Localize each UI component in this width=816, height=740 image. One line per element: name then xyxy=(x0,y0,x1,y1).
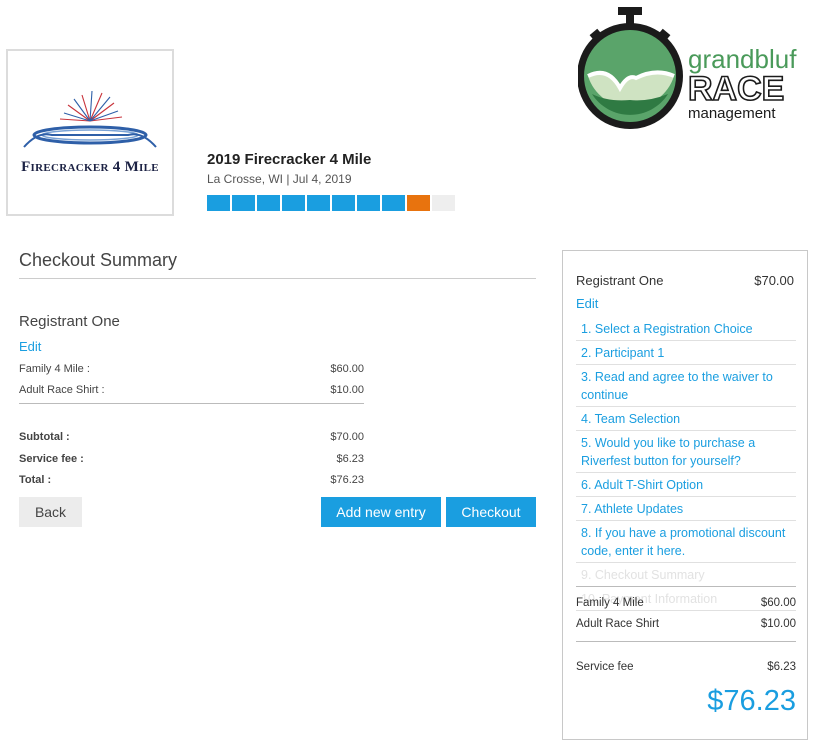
sidebar-service-fee-row: Service fee $6.23 xyxy=(576,661,796,673)
subtotal-label: Subtotal : xyxy=(19,431,70,443)
sidebar-step-item[interactable]: 7. Athlete Updates xyxy=(576,497,796,521)
line-item-row: Family 4 Mile : $60.00 xyxy=(19,363,364,375)
checkout-summary-title: Checkout Summary xyxy=(19,250,178,270)
progress-segment xyxy=(432,195,455,211)
sidebar-line-item-label: Family 4 Mile xyxy=(576,597,644,609)
checkout-button[interactable]: Checkout xyxy=(446,497,536,527)
sidebar-line-item-amount: $10.00 xyxy=(760,618,796,630)
service-fee-label: Service fee : xyxy=(19,453,84,465)
brand-logo: grandbluf RACE management xyxy=(577,4,816,132)
firecracker-logo-icon xyxy=(23,90,157,148)
event-logo-text: Firecracker 4 Mile xyxy=(21,159,159,175)
total-amount: $76.23 xyxy=(330,474,364,486)
sidebar-step-item[interactable]: 2. Participant 1 xyxy=(576,341,796,365)
sidebar-step-item[interactable]: 3. Read and agree to the waiver to conti… xyxy=(576,365,796,407)
line-item-row: Adult Race Shirt : $10.00 xyxy=(19,384,364,396)
service-fee-row: Service fee : $6.23 xyxy=(19,453,364,465)
progress-segment xyxy=(332,195,355,211)
line-item-label: Family 4 Mile : xyxy=(19,363,90,375)
event-location-date: La Crosse, WI | Jul 4, 2019 xyxy=(207,172,352,186)
sidebar-line-item-label: Adult Race Shirt xyxy=(576,618,660,630)
sidebar-service-fee-amount: $6.23 xyxy=(767,661,796,673)
sidebar-step-item[interactable]: 4. Team Selection xyxy=(576,407,796,431)
sidebar-step-item[interactable]: 8. If you have a promotional discount co… xyxy=(576,521,796,563)
sidebar-step-item[interactable]: 6. Adult T-Shirt Option xyxy=(576,473,796,497)
progress-segment xyxy=(357,195,380,211)
divider xyxy=(576,641,796,642)
progress-segment xyxy=(282,195,305,211)
total-label: Total : xyxy=(19,474,52,486)
progress-segment xyxy=(257,195,280,211)
back-button[interactable]: Back xyxy=(19,497,82,527)
progress-segment xyxy=(407,195,430,211)
subtotal-row: Subtotal : $70.00 xyxy=(19,431,364,443)
svg-text:management: management xyxy=(688,105,776,122)
edit-registrant-link[interactable]: Edit xyxy=(19,339,41,354)
divider xyxy=(576,586,796,587)
sidebar-edit-link[interactable]: Edit xyxy=(576,296,598,311)
progress-segment xyxy=(382,195,405,211)
divider xyxy=(19,278,536,279)
service-fee-amount: $6.23 xyxy=(336,453,364,465)
sidebar-line-item: Adult Race Shirt $10.00 xyxy=(576,618,796,630)
registration-sidebar: Registrant One $70.00 Edit 1. Select a R… xyxy=(562,250,808,740)
sidebar-line-item: Family 4 Mile $60.00 xyxy=(576,597,796,609)
subtotal-amount: $70.00 xyxy=(330,431,364,443)
progress-segment xyxy=(232,195,255,211)
progress-segment xyxy=(207,195,230,211)
sidebar-step-item: 9. Checkout Summary xyxy=(576,563,796,587)
total-row: Total : $76.23 xyxy=(19,474,364,486)
event-logo: Firecracker 4 Mile xyxy=(6,49,174,216)
sidebar-step-item[interactable]: 5. Would you like to purchase a Riverfes… xyxy=(576,431,796,473)
event-title: 2019 Firecracker 4 Mile xyxy=(207,151,372,168)
registration-progress-bar xyxy=(207,195,457,211)
sidebar-line-item-amount: $60.00 xyxy=(760,597,796,609)
svg-text:RACE: RACE xyxy=(688,70,784,108)
line-item-label: Adult Race Shirt : xyxy=(19,384,105,396)
add-new-entry-button[interactable]: Add new entry xyxy=(321,497,441,527)
progress-segment xyxy=(307,195,330,211)
line-item-amount: $10.00 xyxy=(330,384,364,396)
divider xyxy=(19,403,364,404)
sidebar-registrant-price: $70.00 xyxy=(754,273,794,288)
sidebar-step-item[interactable]: 1. Select a Registration Choice xyxy=(576,317,796,341)
sidebar-service-fee-label: Service fee xyxy=(576,661,634,673)
sidebar-registrant-name: Registrant One xyxy=(576,273,664,288)
line-item-amount: $60.00 xyxy=(330,363,364,375)
sidebar-total-amount: $76.23 xyxy=(707,685,796,717)
sidebar-steps-list: 1. Select a Registration Choice 2. Partic… xyxy=(576,317,796,611)
stopwatch-icon: grandbluf RACE management xyxy=(577,7,797,129)
registrant-name: Registrant One xyxy=(19,313,120,330)
